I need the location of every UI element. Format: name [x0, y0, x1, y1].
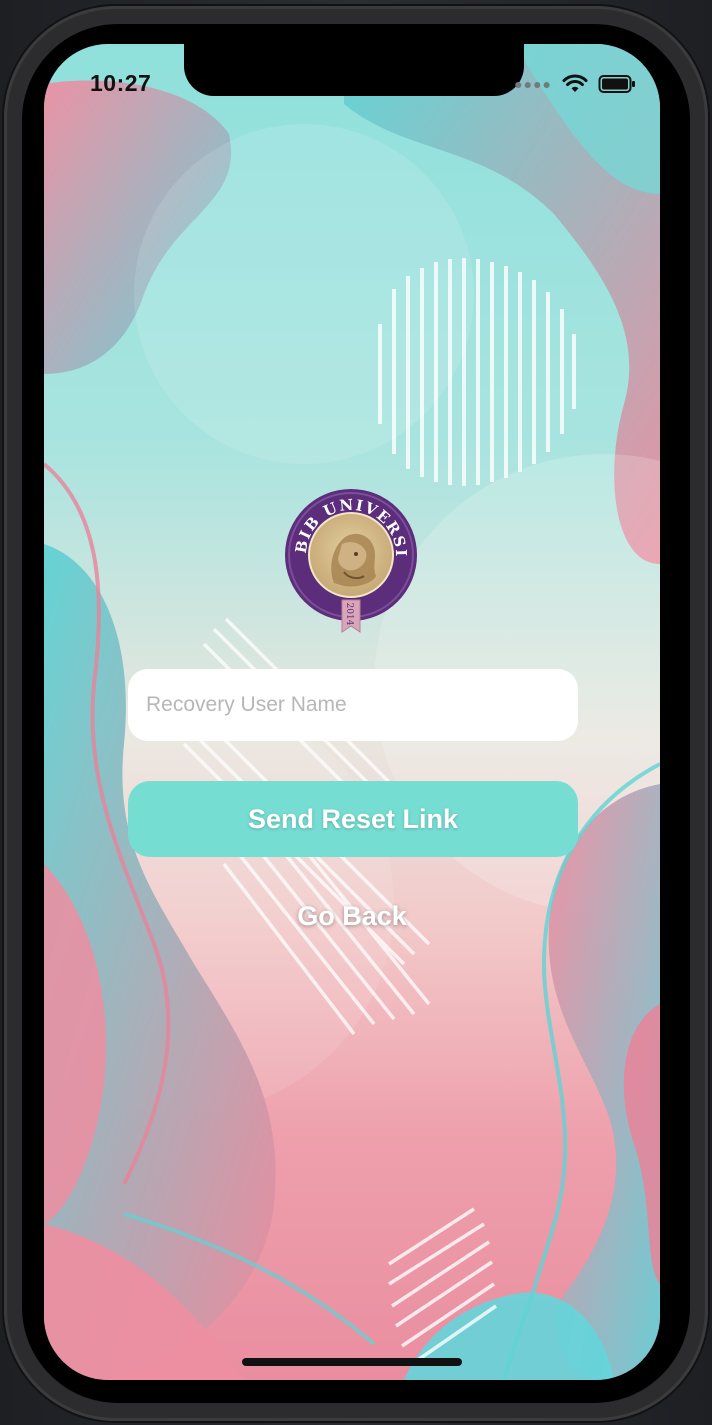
- logo-year: 2014: [344, 603, 354, 626]
- home-indicator[interactable]: [242, 1358, 462, 1366]
- device-notch: [184, 44, 524, 96]
- status-icons: ●●●●: [514, 74, 636, 94]
- send-reset-link-button[interactable]: Send Reset Link: [128, 781, 578, 857]
- wifi-icon: [562, 74, 588, 92]
- recovery-username-placeholder: Recovery User Name: [146, 693, 347, 716]
- recovery-username-input[interactable]: Recovery User Name: [128, 669, 578, 741]
- status-time: 10:27: [90, 70, 152, 96]
- go-back-button[interactable]: Go Back: [264, 892, 440, 940]
- app-screen: 10:27 ●●●● BIB UNIVERSI 2014 Recovery Us…: [44, 44, 660, 1380]
- university-logo: HABIB UNIVERSITY 2014: [276, 474, 418, 634]
- battery-icon: [598, 75, 635, 93]
- cellular-dots-icon: ●●●●: [514, 76, 552, 92]
